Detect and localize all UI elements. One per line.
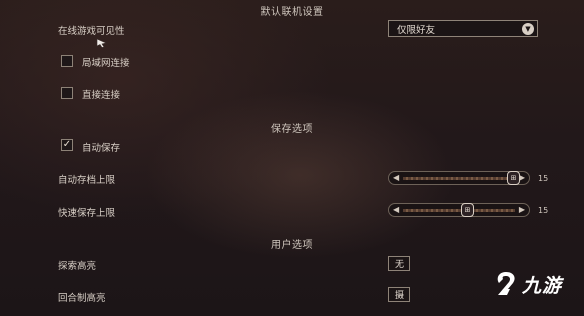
quicksave-limit-slider[interactable]: ◀ ▶ ⊞ xyxy=(388,203,530,217)
slider-track xyxy=(403,177,515,180)
explore-highlight-dropdown[interactable]: 无 xyxy=(388,256,410,271)
turn-highlight-dropdown[interactable]: 摄 xyxy=(388,287,410,302)
lan-connection-label: 局域网连接 xyxy=(82,58,130,69)
direct-connection-checkbox[interactable] xyxy=(61,87,73,99)
autosave-limit-label: 自动存档上限 xyxy=(58,175,116,186)
watermark: 九游 xyxy=(493,270,562,298)
online-visibility-label: 在线游戏可见性 xyxy=(58,26,125,37)
direct-connection-label: 直接连接 xyxy=(82,90,121,101)
slider-track xyxy=(403,209,515,212)
section-title-user: 用户选项 xyxy=(271,240,313,251)
slider-thumb[interactable]: ⊞ xyxy=(507,171,520,185)
chevron-down-icon[interactable]: ▼ xyxy=(522,22,534,35)
section-title-online: 默认联机设置 xyxy=(260,7,324,18)
autosave-limit-value: 15 xyxy=(538,174,549,183)
online-visibility-dropdown[interactable]: 仅限好友 ▼ xyxy=(388,20,538,37)
arrow-right-icon[interactable]: ▶ xyxy=(519,205,525,214)
section-title-save: 保存选项 xyxy=(271,124,313,135)
turn-highlight-label: 回合制高亮 xyxy=(58,293,106,304)
quicksave-limit-value: 15 xyxy=(538,206,549,215)
arrow-left-icon[interactable]: ◀ xyxy=(393,173,399,182)
arrow-left-icon[interactable]: ◀ xyxy=(393,205,399,214)
watermark-text: 九游 xyxy=(522,274,563,297)
online-visibility-value: 仅限好友 xyxy=(397,24,436,36)
quicksave-limit-label: 快速保存上限 xyxy=(58,208,116,219)
slider-thumb[interactable]: ⊞ xyxy=(461,203,474,217)
mouse-cursor-icon xyxy=(96,33,110,48)
explore-highlight-label: 探索高亮 xyxy=(58,261,97,272)
autosave-limit-slider[interactable]: ◀ ▶ ⊞ xyxy=(388,171,530,185)
nine-game-logo-icon xyxy=(497,272,515,295)
checkmark-icon: ✓ xyxy=(62,139,72,150)
lan-connection-checkbox[interactable] xyxy=(61,55,73,67)
autosave-label: 自动保存 xyxy=(82,143,121,154)
autosave-checkbox[interactable]: ✓ xyxy=(61,139,73,151)
